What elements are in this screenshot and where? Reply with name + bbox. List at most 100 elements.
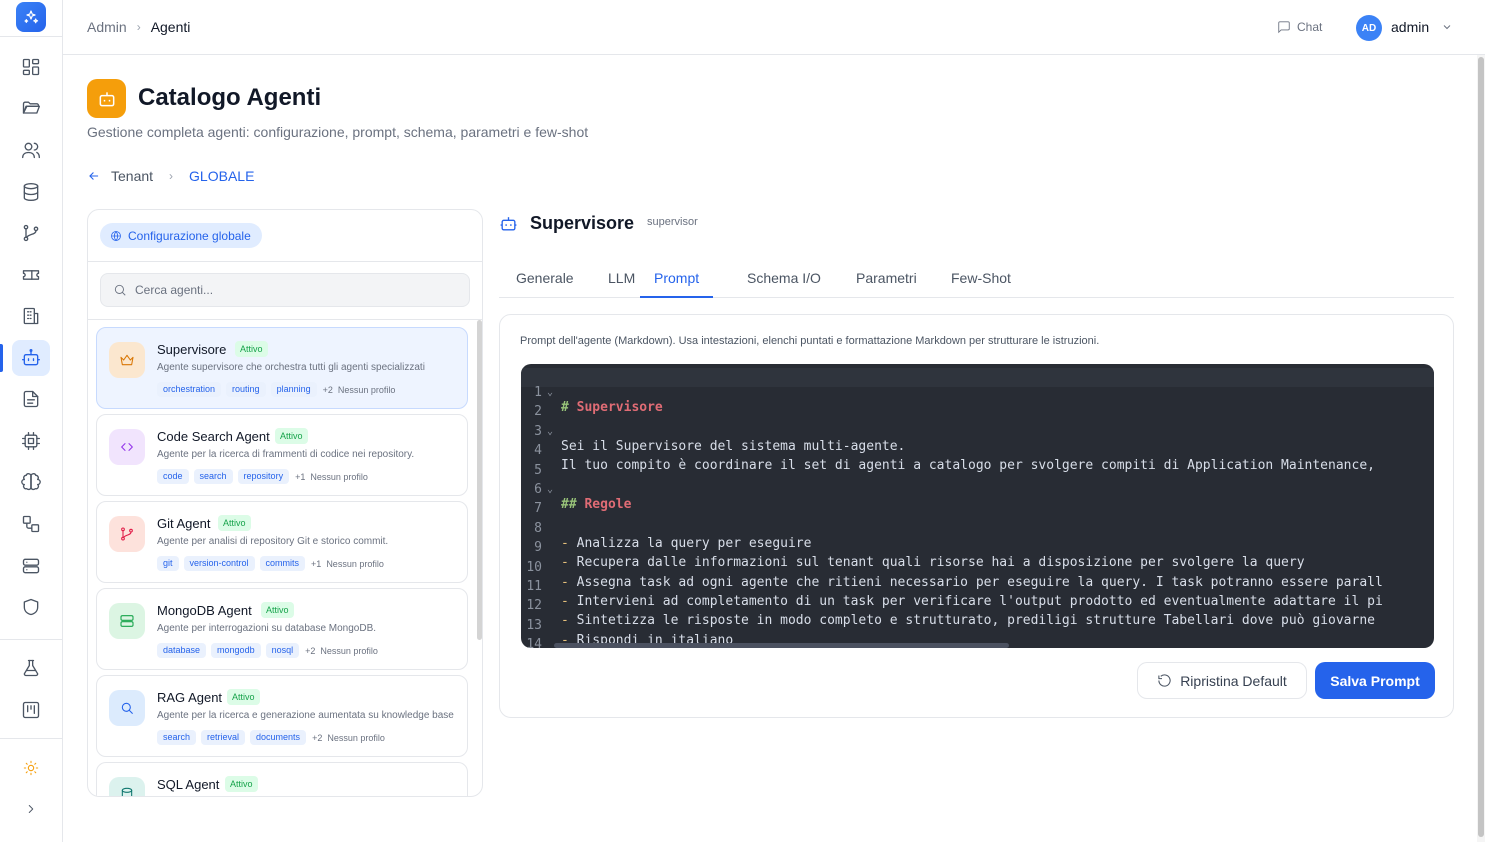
agent-profile: Nessun profilo: [320, 645, 378, 656]
sidebar-item-cpu[interactable]: [12, 423, 50, 459]
agent-icon-wrap: [109, 516, 145, 552]
agent-tags: database mongodb nosql +2 Nessun profilo: [157, 643, 378, 658]
global-config-button[interactable]: Configurazione globale: [100, 223, 262, 248]
agent-tag: orchestration: [157, 382, 222, 397]
prompt-editor[interactable]: 1 ⌄ # Supervisore 2 3 ⌄ Sei il Supervisore…: [521, 364, 1434, 648]
avatar[interactable]: AD: [1356, 15, 1382, 41]
agent-card-rag[interactable]: RAG Agent Attivo Agente per la ricerca e…: [96, 675, 468, 757]
bot-icon: [22, 349, 40, 366]
page-title: Catalogo Agenti: [138, 84, 322, 111]
agent-card-code-search[interactable]: Code Search Agent Attivo Agente per la r…: [96, 414, 468, 496]
tenant-back-link[interactable]: Tenant: [111, 168, 153, 184]
chevron-down-icon[interactable]: [1441, 21, 1453, 33]
status-badge: Attivo: [261, 602, 294, 618]
line-number: 14: [526, 637, 542, 648]
agent-tag: repository: [237, 469, 290, 484]
chat-button[interactable]: Chat: [1277, 20, 1322, 34]
sidebar-item-database[interactable]: [12, 174, 50, 210]
status-badge: Attivo: [235, 341, 268, 357]
search-icon: [121, 702, 133, 714]
agent-card-git[interactable]: Git Agent Attivo Agente per analisi di r…: [96, 501, 468, 583]
agent-icon-wrap: [109, 690, 145, 726]
tab-schema-io[interactable]: Schema I/O: [747, 270, 821, 298]
sidebar-item-folders[interactable]: [12, 90, 50, 126]
agent-name: SQL Agent: [157, 777, 220, 792]
editor-line: 6 ⌄ ## Regole: [521, 465, 1434, 512]
tab-parametri[interactable]: Parametri: [856, 270, 917, 298]
sidebar-expand-button[interactable]: [12, 791, 50, 827]
sidebar-item-tickets[interactable]: [12, 257, 50, 293]
sidebar-item-servers[interactable]: [12, 548, 50, 584]
page-scrollbar[interactable]: [1477, 55, 1485, 842]
page-scrollbar-thumb[interactable]: [1478, 57, 1484, 837]
agent-card-supervisore[interactable]: Supervisore Attivo Agente supervisore ch…: [96, 327, 468, 409]
users-icon: [22, 142, 40, 159]
tenant-breadcrumb: Tenant › GLOBALE: [87, 168, 254, 184]
ticket-icon: [22, 270, 40, 280]
message-square-icon: [1278, 21, 1290, 34]
editor-horizontal-scrollbar[interactable]: [554, 643, 1009, 648]
agent-profile: Nessun profilo: [327, 732, 385, 743]
editor-line: 7: [521, 484, 1434, 516]
agent-list-scrollbar[interactable]: [477, 320, 482, 640]
code-icon: [121, 443, 133, 451]
kanban-icon: [22, 701, 40, 719]
agent-card-sql[interactable]: SQL Agent Attivo: [96, 762, 468, 796]
sidebar-item-dashboard[interactable]: [12, 49, 50, 85]
tab-generale[interactable]: Generale: [516, 270, 574, 298]
agent-tag: database: [157, 643, 207, 658]
editor-line: 9 - Recupera dalle informazioni sul tena…: [521, 523, 1434, 570]
topbar: Admin › Agenti Chat AD admin: [63, 0, 1485, 55]
server-icon: [120, 615, 134, 627]
agent-search[interactable]: [100, 273, 470, 307]
sidebar-theme-toggle[interactable]: [12, 750, 50, 786]
globe-icon: [111, 230, 121, 241]
agent-icon-wrap: [109, 429, 145, 465]
sidebar-item-documents[interactable]: [12, 381, 50, 417]
agent-tags: code search repository +1 Nessun profilo: [157, 469, 368, 484]
prompt-help-text: Prompt dell'agente (Markdown). Usa intes…: [520, 335, 1100, 347]
user-name[interactable]: admin: [1391, 19, 1429, 35]
breadcrumb: Admin › Agenti: [87, 19, 190, 35]
agent-name: Code Search Agent: [157, 429, 270, 444]
tab-prompt[interactable]: Prompt: [640, 270, 714, 298]
panel-divider: [88, 319, 482, 320]
sidebar-item-knowledge[interactable]: [12, 464, 50, 500]
sidebar-item-security[interactable]: [12, 589, 50, 625]
sidebar-item-agents[interactable]: [12, 340, 50, 376]
page-subtitle: Gestione completa agenti: configurazione…: [87, 124, 589, 140]
sidebar-item-git[interactable]: [12, 215, 50, 251]
crown-icon: [120, 354, 134, 366]
editor-line: 8 - Analizza la query per eseguire: [521, 504, 1434, 551]
agent-tag: git: [157, 556, 179, 571]
agent-card-mongodb[interactable]: MongoDB Agent Attivo Agente per interrog…: [96, 588, 468, 670]
agent-search-input[interactable]: [135, 283, 435, 297]
agent-tag: routing: [226, 382, 266, 397]
bot-icon: [500, 217, 517, 231]
status-badge: Attivo: [227, 689, 260, 705]
tab-llm[interactable]: LLM: [608, 270, 635, 298]
tab-few-shot[interactable]: Few-Shot: [951, 270, 1011, 298]
editor-line: 14: [521, 620, 1434, 648]
sidebar-item-board[interactable]: [12, 692, 50, 728]
agent-description: Agente supervisore che orchestra tutti g…: [157, 362, 425, 373]
editor-line: 10 - Assegna task ad ogni agente che rit…: [521, 543, 1434, 590]
reset-default-button[interactable]: Ripristina Default: [1137, 662, 1307, 699]
arrow-left-icon[interactable]: [87, 169, 101, 183]
sidebar-item-users[interactable]: [12, 132, 50, 168]
agent-profile: Nessun profilo: [310, 471, 368, 482]
save-prompt-button[interactable]: Salva Prompt: [1315, 662, 1435, 699]
agent-profile: Nessun profilo: [326, 558, 384, 569]
chevron-right-icon: ›: [136, 20, 141, 34]
editor-line: 4 Il tuo compito è coordinare il set di …: [521, 426, 1434, 473]
sidebar-item-workflows[interactable]: [12, 506, 50, 542]
breadcrumb-admin[interactable]: Admin: [87, 19, 127, 35]
git-branch-icon: [121, 527, 133, 541]
sidebar-item-lab[interactable]: [12, 650, 50, 686]
agent-tag: nosql: [265, 643, 300, 658]
app-logo[interactable]: [16, 2, 46, 32]
sidebar-item-organizations[interactable]: [12, 298, 50, 334]
brain-icon: [21, 473, 41, 491]
chevron-right-icon: ›: [169, 169, 174, 183]
breadcrumb-agents: Agenti: [150, 19, 191, 35]
